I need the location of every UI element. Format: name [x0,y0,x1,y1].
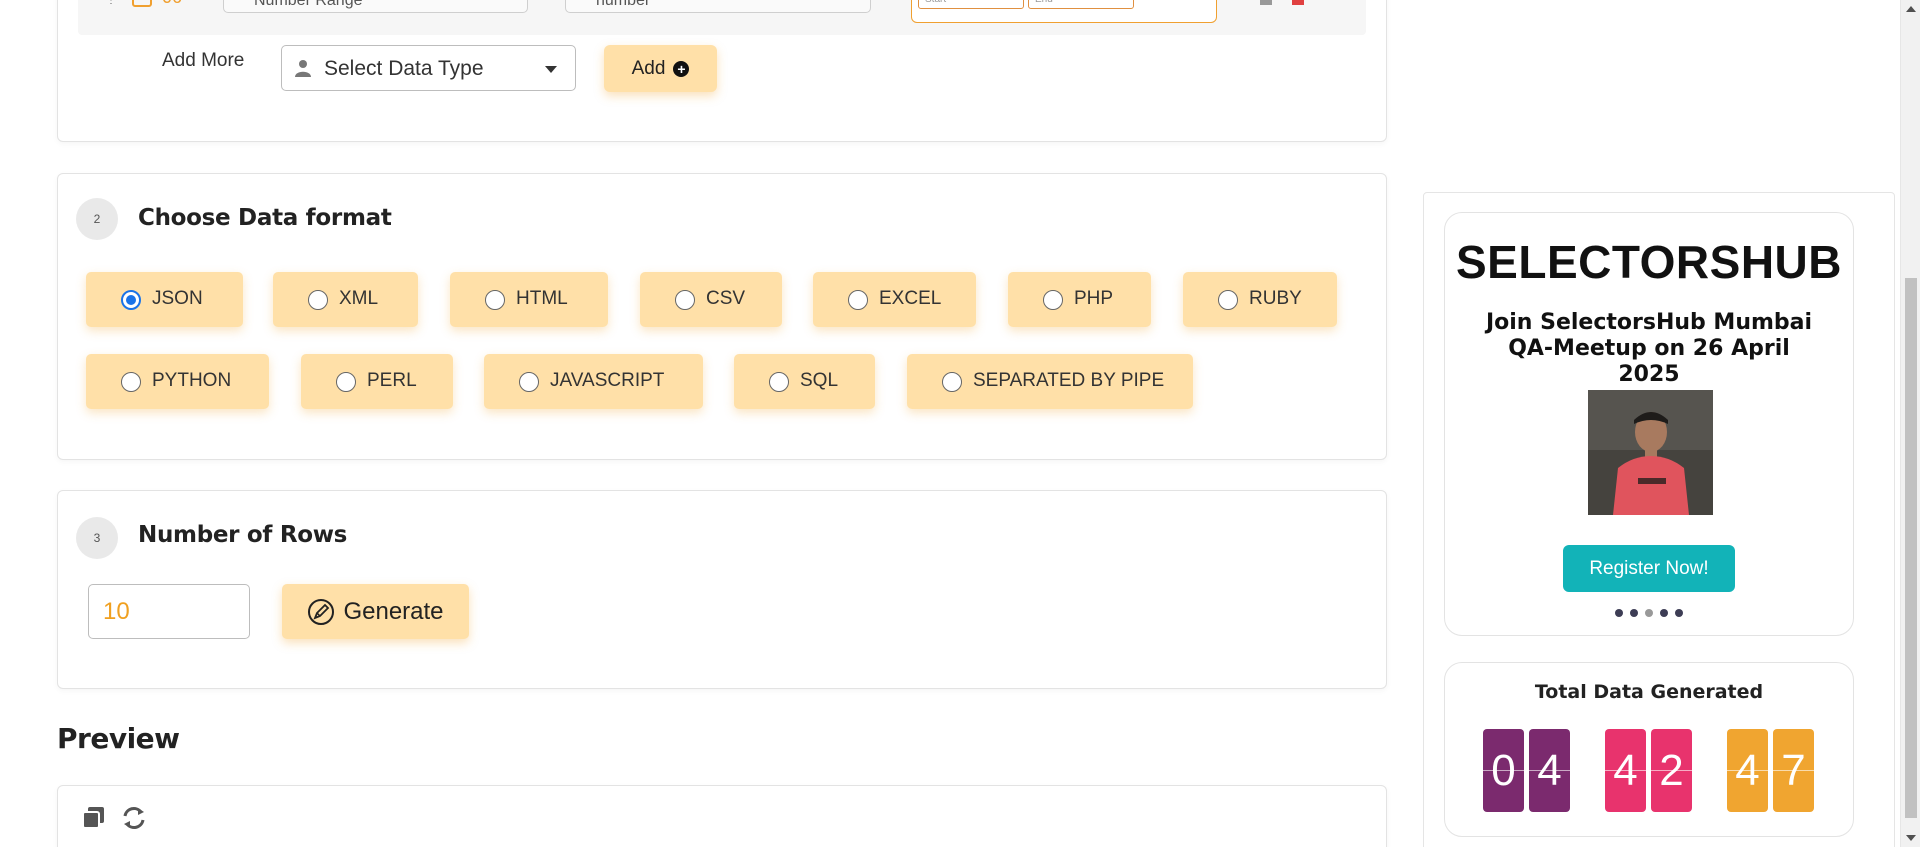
radio-button[interactable] [1218,290,1238,310]
plus-circle-icon: + [673,60,690,77]
field-type-input[interactable]: number [565,0,871,13]
field-name-input[interactable]: Number Range [223,0,528,13]
format-option-ruby[interactable]: RUBY [1183,272,1337,327]
radio-button[interactable] [675,290,695,310]
section-title: Number of Rows [138,522,348,548]
chevron-down-icon [545,66,557,73]
generate-button-label: Generate [343,597,444,625]
copy-icon[interactable] [80,804,108,832]
radio-button[interactable] [942,372,962,392]
data-format-card: 2 Choose Data format JSON XML HTML CSV E… [57,173,1387,460]
data-type-select[interactable]: Select Data Type [281,45,576,91]
page: ⋮ 06 Number Range number Start End Add M… [0,0,1920,847]
carousel-dot[interactable] [1645,609,1653,617]
radio-button[interactable] [121,372,141,392]
format-option-sql[interactable]: SQL [734,354,875,409]
counter-digit: 2 [1651,729,1692,812]
delete-row-icon[interactable] [1292,0,1304,5]
format-label: JAVASCRIPT [550,370,665,391]
format-option-excel[interactable]: EXCEL [813,272,976,327]
format-option-csv[interactable]: CSV [640,272,782,327]
carousel-dots [1445,609,1853,617]
row-checkbox[interactable] [132,0,152,7]
range-end-input[interactable]: End [1028,0,1134,9]
format-label: PERL [367,370,417,391]
scrollbar-thumb[interactable] [1905,278,1917,818]
refresh-icon[interactable] [120,804,148,832]
step-number: 3 [76,517,118,559]
counter-digit: 7 [1773,729,1814,812]
field-name-text: Number Range [254,0,363,9]
add-more-label: Add More [162,50,245,71]
format-label: XML [339,288,379,309]
format-option-javascript[interactable]: JAVASCRIPT [484,354,703,409]
radio-button[interactable] [519,372,539,392]
format-label: RUBY [1249,288,1302,309]
generate-button[interactable]: Generate [282,584,469,639]
counter-digit: 0 [1483,729,1524,812]
preview-card [57,785,1387,847]
total-data-generated-card: Total Data Generated 0 4 4 2 4 7 [1444,662,1854,837]
field-type-text: number [596,0,651,9]
add-button-label: Add [631,57,666,79]
format-option-xml[interactable]: XML [273,272,418,327]
format-option-perl[interactable]: PERL [301,354,453,409]
scroll-down-arrow-icon[interactable] [1906,835,1916,841]
number-of-rows-card: 3 Number of Rows 10 Generate [57,490,1387,689]
drag-handle-icon[interactable]: ⋮ [106,0,116,6]
data-fields-card: ⋮ 06 Number Range number Start End Add M… [57,0,1387,142]
counter-digit: 4 [1529,729,1570,812]
format-label: SQL [800,370,839,391]
format-option-html[interactable]: HTML [450,272,608,327]
field-row: ⋮ 06 Number Range number Start End [78,0,1366,35]
radio-button[interactable] [336,372,356,392]
radio-button[interactable] [485,290,505,310]
ad-text: Join SelectorsHub Mumbai QA-Meetup on 26… [1485,310,1813,387]
range-container: Start End [911,0,1217,23]
pencil-circle-icon [308,598,335,625]
row-index: 06 [162,0,182,8]
speaker-photo [1588,390,1713,515]
counter-digit: 4 [1727,729,1768,812]
carousel-dot[interactable] [1630,609,1638,617]
format-option-python[interactable]: PYTHON [86,354,269,409]
carousel-dot[interactable] [1660,609,1668,617]
copy-row-icon[interactable] [1260,0,1272,5]
preview-title: Preview [57,722,180,755]
format-label: CSV [706,288,746,309]
format-option-php[interactable]: PHP [1008,272,1151,327]
data-type-select-text: Select Data Type [324,57,484,80]
person-icon [295,60,311,77]
section-title: Choose Data format [138,205,392,231]
page-scrollbar[interactable] [1900,0,1920,847]
radio-button[interactable] [121,290,141,310]
add-button[interactable]: Add + [604,45,717,92]
radio-button[interactable] [1043,290,1063,310]
counter-digit: 4 [1605,729,1646,812]
rows-count-input[interactable]: 10 [88,584,250,639]
carousel-dot[interactable] [1615,609,1623,617]
speaker-photo-graphic [1588,390,1713,515]
radio-button[interactable] [308,290,328,310]
radio-button[interactable] [848,290,868,310]
radio-button[interactable] [769,372,789,392]
scroll-up-arrow-icon[interactable] [1906,6,1916,12]
step-number: 2 [76,198,118,240]
range-start-input[interactable]: Start [918,0,1024,9]
format-label: JSON [152,288,203,309]
format-label: SEPARATED BY PIPE [973,370,1165,391]
format-label: PHP [1074,288,1114,309]
format-label: HTML [516,288,568,309]
format-label: EXCEL [879,288,942,309]
format-option-separated-by-pipe[interactable]: SEPARATED BY PIPE [907,354,1193,409]
format-option-json[interactable]: JSON [86,272,243,327]
counter-title: Total Data Generated [1534,681,1764,703]
ad-card: SELECTORSHUB Join SelectorsHub Mumbai QA… [1444,212,1854,636]
ad-brand: SELECTORSHUB [1456,236,1842,288]
register-now-button[interactable]: Register Now! [1563,545,1735,592]
carousel-dot[interactable] [1675,609,1683,617]
format-label: PYTHON [152,370,232,391]
